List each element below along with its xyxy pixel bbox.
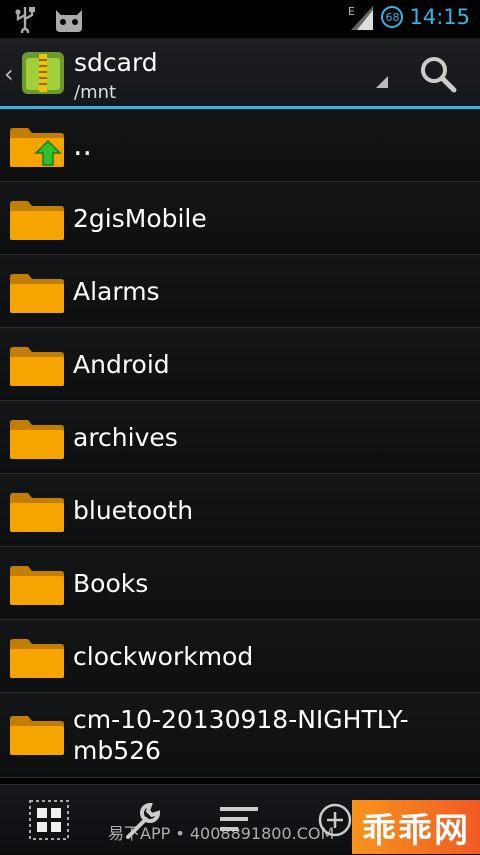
android-debug-icon (56, 10, 82, 32)
folder-icon (10, 639, 64, 678)
file-name: archives (73, 422, 178, 452)
list-item-parent[interactable]: .. (0, 109, 480, 182)
file-name: 2gisMobile (73, 203, 207, 233)
current-path: /mnt (74, 82, 117, 103)
file-name: Android (73, 349, 170, 379)
back-chevron-icon[interactable]: ‹ (4, 60, 14, 88)
folder-icon (10, 347, 64, 386)
list-item[interactable]: Books (0, 547, 480, 620)
folder-icon (10, 274, 64, 313)
list-item[interactable]: clockworkmod (0, 620, 480, 693)
dropdown-arrow-icon[interactable] (376, 76, 388, 88)
file-list: .. 2gisMobile Alarms Android archives bl… (0, 109, 480, 778)
folder-icon (10, 566, 64, 605)
file-name: Alarms (73, 276, 160, 306)
watermark-text: 易下APP • 4008891800.COM (108, 824, 335, 843)
parent-folder-icon (10, 128, 64, 167)
archive-app-icon[interactable] (20, 50, 66, 96)
battery-level: 68 (385, 10, 400, 24)
list-item[interactable]: archives (0, 401, 480, 474)
usb-icon (15, 7, 35, 33)
grid-view-icon[interactable] (26, 797, 72, 843)
search-icon[interactable] (418, 54, 458, 94)
folder-icon (10, 716, 64, 755)
file-name: bluetooth (73, 495, 194, 525)
file-name: clockworkmod (73, 641, 254, 671)
folder-icon (10, 201, 64, 240)
clock: 14:15 (409, 5, 470, 29)
file-name: .. (73, 127, 93, 163)
current-folder-title: sdcard (74, 48, 158, 77)
file-name: cm-10-20130918-NIGHTLY-mb526 (73, 705, 409, 765)
signal-icon: E (348, 5, 374, 30)
folder-icon (10, 493, 64, 532)
list-item[interactable]: Alarms (0, 255, 480, 328)
folder-icon (10, 420, 64, 459)
brand-logo: 乖乖网 (352, 800, 480, 854)
list-item[interactable]: cm-10-20130918-NIGHTLY-mb526 (0, 693, 480, 778)
battery-icon: 68 (381, 6, 404, 28)
list-item[interactable]: bluetooth (0, 474, 480, 547)
list-item[interactable]: 2gisMobile (0, 182, 480, 255)
status-bar: E 68 14:15 (0, 0, 480, 38)
action-bar: ‹ sdcard /mnt (0, 38, 480, 106)
list-item[interactable]: Android (0, 328, 480, 401)
svg-text:E: E (348, 5, 355, 18)
file-name: Books (73, 568, 149, 598)
